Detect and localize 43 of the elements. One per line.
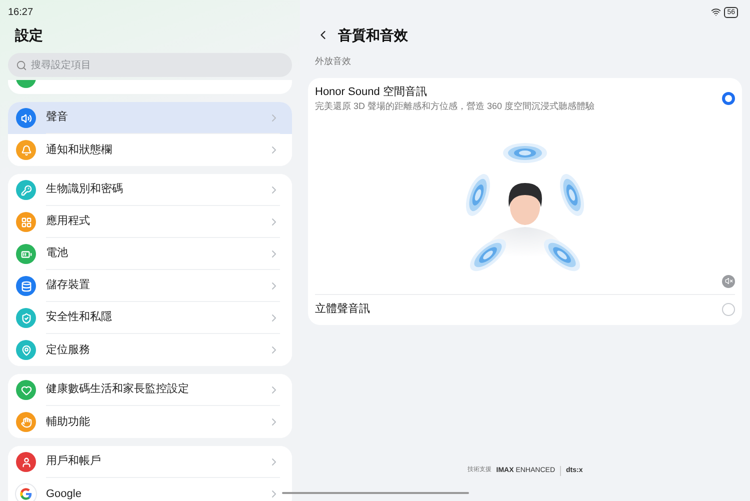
settings-item[interactable]: 健康數碼生活和家長監控設定	[8, 374, 292, 406]
mute-button[interactable]	[722, 274, 735, 288]
settings-item[interactable]: 聲音	[8, 102, 292, 134]
item-label: 用戶和帳戶	[46, 454, 102, 470]
item-icon	[20, 456, 32, 468]
item-icon	[20, 312, 32, 324]
item-label: 健康數碼生活和家長監控設定	[46, 382, 190, 398]
section-label: 外放音效	[315, 55, 351, 68]
search-field[interactable]: 搜尋設定項目	[8, 53, 292, 77]
item-icon	[20, 144, 32, 156]
settings-item[interactable]: 生物識別和密碼	[8, 174, 292, 206]
settings-item[interactable]: 用戶和帳戶	[8, 446, 292, 478]
item-icon	[20, 248, 32, 260]
item-icon	[20, 344, 32, 356]
radio-button[interactable]	[722, 303, 735, 316]
item-label: 定位服務	[46, 342, 91, 358]
radio-button[interactable]	[722, 92, 735, 105]
item-label: 生物識別和密碼	[46, 182, 124, 198]
item-label: 儲存裝置	[46, 278, 91, 294]
item-icon	[20, 416, 32, 428]
item-icon	[20, 384, 32, 396]
option-description: 完美還原 3D 聲場的距離感和方位感，營造 360 度空間沉浸式聽感體驗	[315, 100, 596, 112]
item-label: 應用程式	[46, 214, 91, 230]
item-label: 安全性和私隱	[46, 310, 113, 326]
google-logo-icon	[19, 487, 33, 501]
search-input[interactable]: 搜尋設定項目	[31, 58, 284, 72]
item-icon	[20, 280, 32, 292]
status-time: 16:27	[8, 6, 34, 20]
item-label: 輔助功能	[46, 414, 91, 430]
item-icon	[20, 184, 32, 196]
wifi-icon	[711, 7, 722, 17]
page-title: 音質和音效	[338, 26, 408, 45]
item-icon	[20, 112, 32, 124]
search-icon	[16, 60, 27, 70]
item-label: 聲音	[46, 110, 69, 126]
option-title: 立體聲音訊	[315, 302, 371, 318]
item-icon	[20, 216, 32, 228]
mute-icon	[724, 277, 732, 285]
item-label: 電池	[46, 246, 69, 262]
option-title: Honor Sound 空間音訊	[315, 84, 428, 100]
item-label: 通知和狀態欄	[46, 142, 113, 158]
sidebar-title: 設定	[15, 26, 43, 45]
item-label: Google	[46, 486, 82, 501]
